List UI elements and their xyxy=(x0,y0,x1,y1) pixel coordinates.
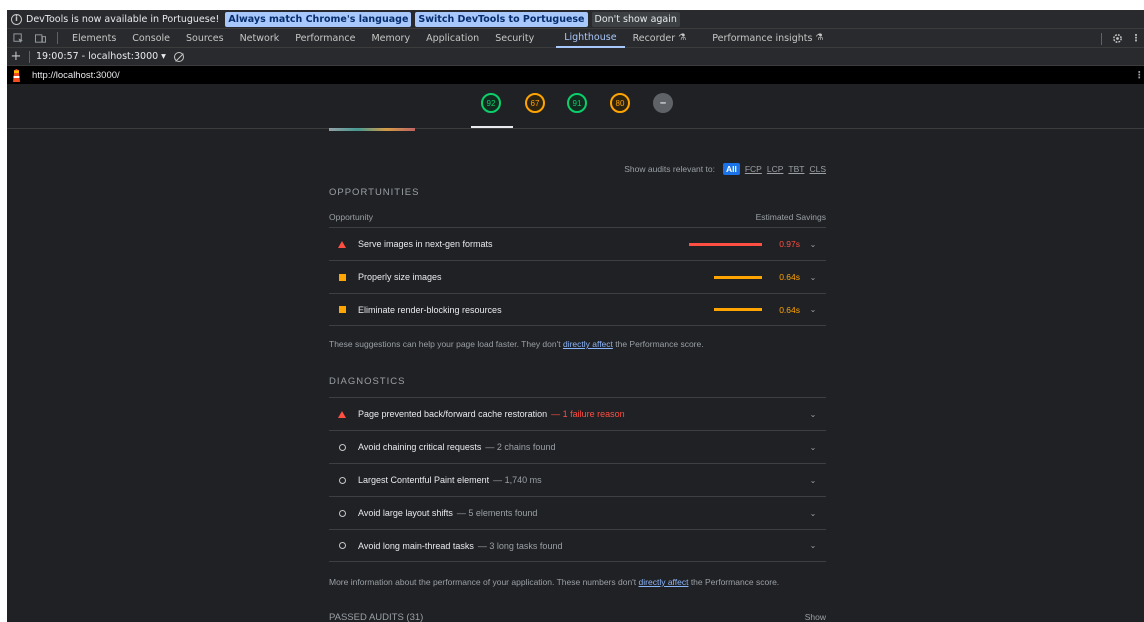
url-more-options-icon[interactable]: ⋮ xyxy=(1135,70,1144,81)
more-options-icon[interactable]: ⋮ xyxy=(1128,33,1144,44)
chevron-down-icon[interactable]: ⌄ xyxy=(808,240,818,249)
experimental-flask-icon: ⚗ xyxy=(678,33,687,43)
directly-affect-link[interactable]: directly affect xyxy=(563,339,613,349)
info-icon: i xyxy=(11,13,22,25)
toolbar-divider xyxy=(57,32,58,44)
tab-performance[interactable]: Performance xyxy=(287,29,363,48)
diagnostic-row[interactable]: Page prevented back/forward cache restor… xyxy=(329,397,826,430)
inspect-element-icon[interactable] xyxy=(7,29,29,48)
info-circle-icon xyxy=(338,443,346,451)
passed-audits-header: PASSED AUDITS (31) Show xyxy=(329,612,826,622)
diagnostic-row[interactable]: Avoid chaining critical requests — 2 cha… xyxy=(329,430,826,463)
gauge-accessibility[interactable]: 67 xyxy=(525,93,545,113)
settings-gear-icon[interactable] xyxy=(1106,29,1128,48)
panel-tabbar: Elements Console Sources Network Perform… xyxy=(7,29,1144,48)
show-passed-audits-button[interactable]: Show xyxy=(805,612,826,622)
chevron-down-icon[interactable]: ⌄ xyxy=(808,476,818,485)
savings-bar xyxy=(689,242,762,246)
filter-label: Show audits relevant to: xyxy=(624,164,715,174)
opportunity-row[interactable]: Properly size images 0.64s ⌄ xyxy=(329,260,826,293)
audit-filter: Show audits relevant to: All FCP LCP TBT… xyxy=(329,163,826,175)
directly-affect-link[interactable]: directly affect xyxy=(639,577,689,587)
filter-all[interactable]: All xyxy=(722,163,740,175)
chevron-down-icon[interactable]: ⌄ xyxy=(808,305,818,314)
chevron-down-icon[interactable]: ⌄ xyxy=(808,410,818,419)
report-url-bar: http://localhost:3000/ ⋮ xyxy=(7,66,1144,84)
opportunities-heading: OPPORTUNITIES xyxy=(329,187,420,198)
tab-elements[interactable]: Elements xyxy=(64,29,124,48)
tab-memory[interactable]: Memory xyxy=(363,29,418,48)
diagnostic-row[interactable]: Avoid large layout shifts — 5 elements f… xyxy=(329,496,826,529)
filter-fcp[interactable]: FCP xyxy=(745,164,762,174)
language-infobar: i DevTools is now available in Portugues… xyxy=(7,10,1144,29)
savings-value: 0.64s xyxy=(779,272,800,282)
savings-bar xyxy=(714,275,762,279)
report-select[interactable]: 19:00:57 - localhost:3000 ▾ xyxy=(36,51,166,62)
new-report-button[interactable]: + xyxy=(7,49,25,64)
savings-value: 0.97s xyxy=(779,239,800,249)
toolbar-divider xyxy=(29,50,30,63)
dont-show-again-button[interactable]: Don't show again xyxy=(591,11,680,27)
infobar-message: DevTools is now available in Portuguese! xyxy=(26,13,220,25)
toolbar-right: ⋮ xyxy=(1097,29,1144,48)
tab-network[interactable]: Network xyxy=(232,29,288,48)
match-language-button[interactable]: Always match Chrome's language xyxy=(225,11,412,27)
info-circle-icon xyxy=(338,542,346,549)
info-circle-icon xyxy=(338,509,346,517)
passed-audits-heading: PASSED AUDITS (31) xyxy=(329,612,424,622)
lighthouse-toolbar: + 19:00:57 - localhost:3000 ▾ xyxy=(7,48,1144,66)
tab-lighthouse[interactable]: Lighthouse xyxy=(556,29,625,48)
chevron-down-icon[interactable]: ⌄ xyxy=(808,273,818,282)
gauge-performance[interactable]: 92 xyxy=(481,93,501,113)
chevron-down-icon[interactable]: ⌄ xyxy=(808,509,818,518)
switch-language-button[interactable]: Switch DevTools to Portuguese xyxy=(415,11,588,27)
average-square-icon xyxy=(338,273,346,281)
tab-application[interactable]: Application xyxy=(418,29,487,48)
opportunity-column-header: Opportunity xyxy=(329,212,373,222)
chevron-down-icon[interactable]: ⌄ xyxy=(808,541,818,550)
fail-triangle-icon xyxy=(338,240,346,248)
diagnostic-row[interactable]: Avoid long main-thread tasks — 3 long ta… xyxy=(329,529,826,562)
filter-lcp[interactable]: LCP xyxy=(767,164,784,174)
screenshot-thumbnail xyxy=(329,128,415,131)
tab-security[interactable]: Security xyxy=(487,29,542,48)
devtools-window: i DevTools is now available in Portugues… xyxy=(7,10,1144,622)
tab-console[interactable]: Console xyxy=(124,29,178,48)
filter-cls[interactable]: CLS xyxy=(809,164,826,174)
opportunity-row[interactable]: Serve images in next-gen formats 0.97s ⌄ xyxy=(329,227,826,260)
score-gauges: 92 67 91 80 – xyxy=(7,84,1144,131)
gauge-best-practices[interactable]: 91 xyxy=(567,93,587,113)
savings-column-header: Estimated Savings xyxy=(755,212,826,222)
opportunities-note: These suggestions can help your page loa… xyxy=(329,339,704,349)
tab-performance-insights[interactable]: Performance insights ⚗ xyxy=(704,29,831,48)
tab-sources[interactable]: Sources xyxy=(178,29,232,48)
clear-all-icon[interactable] xyxy=(173,51,184,62)
opportunities-column-headers: Opportunity Estimated Savings xyxy=(329,212,826,222)
average-square-icon xyxy=(338,306,346,313)
info-circle-icon xyxy=(338,476,346,484)
savings-bar xyxy=(714,308,762,311)
fail-triangle-icon xyxy=(338,410,346,418)
tab-recorder[interactable]: Recorder ⚗ xyxy=(625,29,695,48)
lighthouse-logo-icon xyxy=(13,68,20,82)
chevron-down-icon[interactable]: ⌄ xyxy=(808,443,818,452)
diagnostics-note: More information about the performance o… xyxy=(329,577,780,587)
gauge-pwa[interactable]: – xyxy=(653,93,673,113)
opportunity-row[interactable]: Eliminate render-blocking resources 0.64… xyxy=(329,293,826,326)
active-gauge-indicator xyxy=(471,126,513,128)
filter-tbt[interactable]: TBT xyxy=(788,164,804,174)
report-url: http://localhost:3000/ xyxy=(32,69,120,81)
savings-value: 0.64s xyxy=(779,304,800,315)
toolbar-divider xyxy=(1101,32,1102,45)
gauge-seo[interactable]: 80 xyxy=(610,93,630,113)
diagnostics-heading: DIAGNOSTICS xyxy=(329,376,406,387)
diagnostic-row[interactable]: Largest Contentful Paint element — 1,740… xyxy=(329,463,826,496)
experimental-flask-icon: ⚗ xyxy=(815,33,824,43)
device-toolbar-icon[interactable] xyxy=(29,29,51,48)
